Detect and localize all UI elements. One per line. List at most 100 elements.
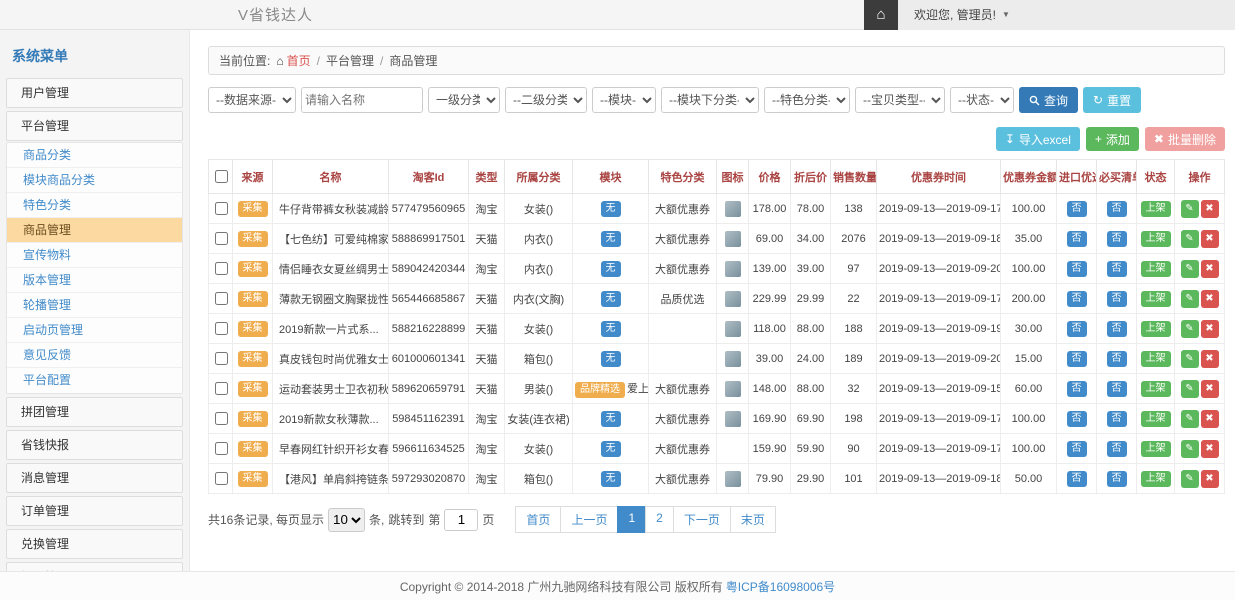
must-buy-toggle[interactable]: 否 xyxy=(1107,231,1127,247)
breadcrumb-item-product[interactable]: 商品管理 xyxy=(389,52,437,69)
status-badge[interactable]: 上架 xyxy=(1141,291,1171,307)
breadcrumb-item-platform[interactable]: 平台管理 xyxy=(326,52,374,69)
sidebar-item-splash-page-management[interactable]: 启动页管理 xyxy=(7,318,182,343)
page-button-last[interactable]: 末页 xyxy=(730,506,776,533)
icp-link[interactable]: 粤ICP备16098006号 xyxy=(726,578,835,595)
edit-button[interactable]: ✎ xyxy=(1181,230,1199,248)
sidebar-group-user-management[interactable]: 用户管理 xyxy=(6,78,183,108)
sidebar-group-saving-news[interactable]: 省钱快报 xyxy=(6,430,183,460)
edit-button[interactable]: ✎ xyxy=(1181,380,1199,398)
sidebar-group-order-management[interactable]: 订单管理 xyxy=(6,496,183,526)
status-badge[interactable]: 上架 xyxy=(1141,471,1171,487)
delete-button[interactable]: ✖ xyxy=(1201,380,1219,398)
page-size-select[interactable]: 10 xyxy=(328,508,365,532)
page-button-next[interactable]: 下一页 xyxy=(673,506,731,533)
home-button[interactable]: ⌂ xyxy=(864,0,898,30)
must-buy-toggle[interactable]: 否 xyxy=(1107,471,1127,487)
page-button-prev[interactable]: 上一页 xyxy=(560,506,618,533)
must-buy-toggle[interactable]: 否 xyxy=(1107,201,1127,217)
delete-button[interactable]: ✖ xyxy=(1201,350,1219,368)
import-select-toggle[interactable]: 否 xyxy=(1067,261,1087,277)
import-select-toggle[interactable]: 否 xyxy=(1067,471,1087,487)
batch-delete-button[interactable]: ✖ 批量删除 xyxy=(1145,127,1225,151)
row-checkbox[interactable] xyxy=(215,292,228,305)
page-button-page-2[interactable]: 2 xyxy=(645,506,674,533)
import-select-toggle[interactable]: 否 xyxy=(1067,351,1087,367)
delete-button[interactable]: ✖ xyxy=(1201,290,1219,308)
import-select-toggle[interactable]: 否 xyxy=(1067,441,1087,457)
row-checkbox[interactable] xyxy=(215,352,228,365)
delete-button[interactable]: ✖ xyxy=(1201,260,1219,278)
edit-button[interactable]: ✎ xyxy=(1181,260,1199,278)
filter-select-feature-category[interactable]: --特色分类-- xyxy=(764,87,850,113)
sidebar-item-module-product-category[interactable]: 模块商品分类 xyxy=(7,168,182,193)
row-checkbox[interactable] xyxy=(215,322,228,335)
row-checkbox[interactable] xyxy=(215,412,228,425)
import-select-toggle[interactable]: 否 xyxy=(1067,291,1087,307)
query-button[interactable]: 查询 xyxy=(1019,87,1078,113)
edit-button[interactable]: ✎ xyxy=(1181,200,1199,218)
filter-select-level2-category[interactable]: --二级分类-- xyxy=(505,87,587,113)
edit-button[interactable]: ✎ xyxy=(1181,470,1199,488)
page-button-page-1[interactable]: 1 xyxy=(617,506,646,533)
reset-button[interactable]: ↻ 重置 xyxy=(1083,87,1141,113)
status-badge[interactable]: 上架 xyxy=(1141,381,1171,397)
filter-select-data-source[interactable]: --数据来源-- xyxy=(208,87,296,113)
sidebar-group-group-buy-management[interactable]: 拼团管理 xyxy=(6,397,183,427)
must-buy-toggle[interactable]: 否 xyxy=(1107,411,1127,427)
delete-button[interactable]: ✖ xyxy=(1201,320,1219,338)
search-input[interactable] xyxy=(301,87,423,113)
status-badge[interactable]: 上架 xyxy=(1141,351,1171,367)
sidebar-group-exchange-management[interactable]: 兑换管理 xyxy=(6,529,183,559)
status-badge[interactable]: 上架 xyxy=(1141,261,1171,277)
user-menu[interactable]: 欢迎您, 管理员! ▼ xyxy=(898,0,1235,30)
row-checkbox[interactable] xyxy=(215,382,228,395)
sidebar-group-message-management[interactable]: 消息管理 xyxy=(6,463,183,493)
filter-select-module-subcategory[interactable]: --模块下分类-- xyxy=(661,87,759,113)
status-badge[interactable]: 上架 xyxy=(1141,201,1171,217)
sidebar-group-platform-management[interactable]: 平台管理 xyxy=(6,111,183,141)
status-badge[interactable]: 上架 xyxy=(1141,441,1171,457)
edit-button[interactable]: ✎ xyxy=(1181,320,1199,338)
page-button-first[interactable]: 首页 xyxy=(515,506,561,533)
import-select-toggle[interactable]: 否 xyxy=(1067,381,1087,397)
select-all-checkbox[interactable] xyxy=(215,170,228,183)
filter-select-level1-category[interactable]: 一级分类 xyxy=(428,87,500,113)
must-buy-toggle[interactable]: 否 xyxy=(1107,351,1127,367)
edit-button[interactable]: ✎ xyxy=(1181,440,1199,458)
status-badge[interactable]: 上架 xyxy=(1141,411,1171,427)
sidebar-item-feature-category[interactable]: 特色分类 xyxy=(7,193,182,218)
jump-page-input[interactable] xyxy=(444,509,478,531)
row-checkbox[interactable] xyxy=(215,232,228,245)
sidebar-item-promo-material[interactable]: 宣传物料 xyxy=(7,243,182,268)
sidebar-item-product-category[interactable]: 商品分类 xyxy=(7,143,182,168)
status-badge[interactable]: 上架 xyxy=(1141,231,1171,247)
delete-button[interactable]: ✖ xyxy=(1201,230,1219,248)
filter-select-status[interactable]: --状态-- xyxy=(950,87,1014,113)
import-select-toggle[interactable]: 否 xyxy=(1067,201,1087,217)
sidebar-item-platform-config[interactable]: 平台配置 xyxy=(7,368,182,393)
must-buy-toggle[interactable]: 否 xyxy=(1107,321,1127,337)
import-select-toggle[interactable]: 否 xyxy=(1067,231,1087,247)
delete-button[interactable]: ✖ xyxy=(1201,410,1219,428)
must-buy-toggle[interactable]: 否 xyxy=(1107,441,1127,457)
edit-button[interactable]: ✎ xyxy=(1181,350,1199,368)
must-buy-toggle[interactable]: 否 xyxy=(1107,381,1127,397)
row-checkbox[interactable] xyxy=(215,472,228,485)
row-checkbox[interactable] xyxy=(215,442,228,455)
sidebar-group-withdraw-management[interactable]: 提现管理 xyxy=(6,562,183,571)
edit-button[interactable]: ✎ xyxy=(1181,410,1199,428)
status-badge[interactable]: 上架 xyxy=(1141,321,1171,337)
must-buy-toggle[interactable]: 否 xyxy=(1107,291,1127,307)
edit-button[interactable]: ✎ xyxy=(1181,290,1199,308)
import-select-toggle[interactable]: 否 xyxy=(1067,411,1087,427)
sidebar-item-feedback[interactable]: 意见反馈 xyxy=(7,343,182,368)
delete-button[interactable]: ✖ xyxy=(1201,470,1219,488)
delete-button[interactable]: ✖ xyxy=(1201,200,1219,218)
row-checkbox[interactable] xyxy=(215,202,228,215)
filter-select-item-type[interactable]: --宝贝类型-- xyxy=(855,87,945,113)
add-button[interactable]: + 添加 xyxy=(1086,127,1139,151)
sidebar-item-carousel-management[interactable]: 轮播管理 xyxy=(7,293,182,318)
import-select-toggle[interactable]: 否 xyxy=(1067,321,1087,337)
sidebar-item-version-management[interactable]: 版本管理 xyxy=(7,268,182,293)
